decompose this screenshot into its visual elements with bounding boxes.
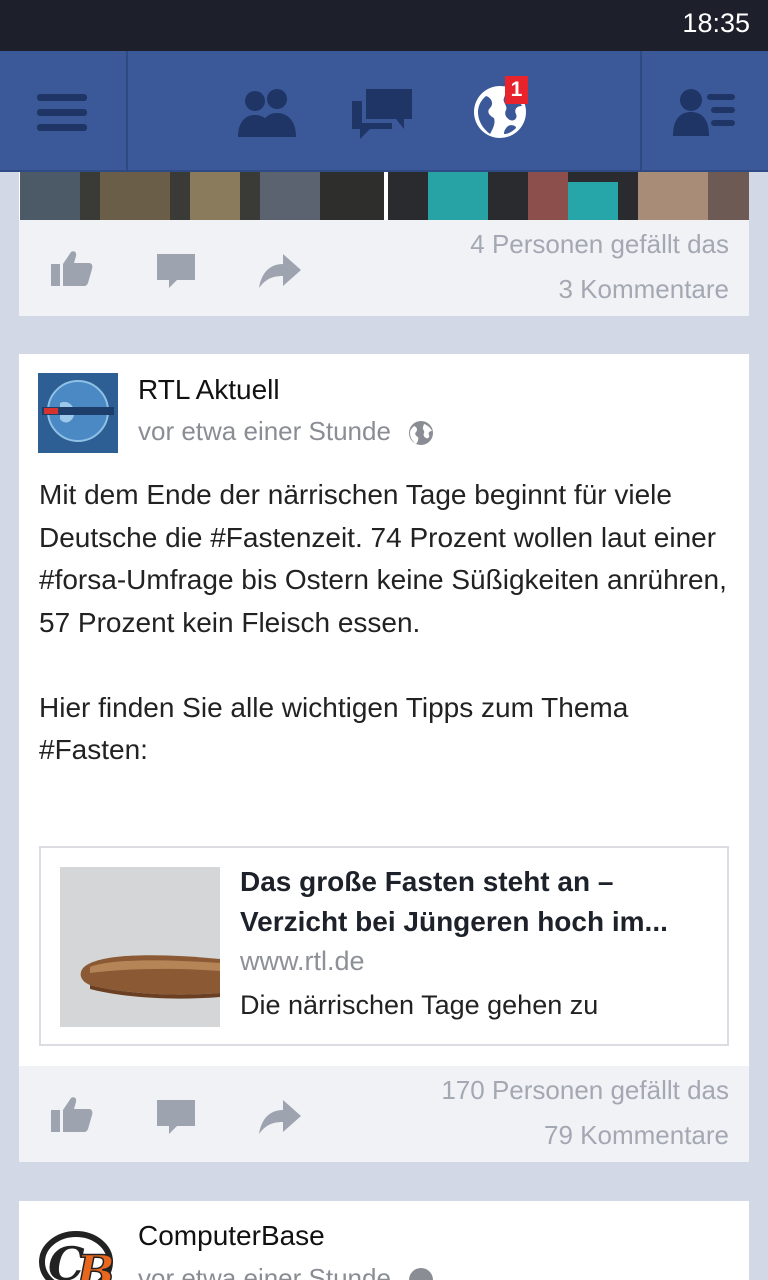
likes-count[interactable]: 4 Personen gefällt das bbox=[470, 222, 729, 267]
computerbase-logo-avatar: C B bbox=[38, 1220, 118, 1280]
link-domain: www.rtl.de bbox=[240, 946, 365, 976]
post-author[interactable]: RTL Aktuell bbox=[138, 374, 280, 406]
post-card: C B ComputerBase vor etwa einer Stunde bbox=[19, 1201, 749, 1280]
comments-count[interactable]: 79 Kommentare bbox=[441, 1113, 729, 1158]
link-title-line-2: Verzicht bei Jüngeren hoch im... bbox=[240, 906, 668, 937]
likes-count[interactable]: 170 Personen gefällt das bbox=[441, 1068, 729, 1113]
post-action-bar: 170 Personen gefällt das 79 Kommentare bbox=[19, 1066, 749, 1162]
globe-icon bbox=[409, 1268, 434, 1280]
profile-button[interactable] bbox=[642, 51, 768, 172]
comment-icon[interactable] bbox=[157, 254, 195, 288]
profile-list-icon bbox=[673, 88, 735, 136]
post-photos bbox=[19, 172, 749, 220]
link-description: Die närrischen Tage gehen zu bbox=[240, 990, 599, 1020]
post-meta: vor etwa einer Stunde bbox=[138, 1263, 434, 1280]
post-stats[interactable]: 170 Personen gefällt das 79 Kommentare bbox=[441, 1068, 729, 1158]
bread-image bbox=[60, 867, 220, 1027]
thumbs-up-icon[interactable] bbox=[51, 250, 93, 286]
link-title-line-1: Das große Fasten steht an – bbox=[240, 866, 614, 897]
post-card: RTL Aktuell vor etwa einer Stunde Mit de… bbox=[19, 354, 749, 1066]
top-nav-bar: 1 bbox=[0, 51, 768, 172]
post-stats[interactable]: 4 Personen gefällt das 3 Kommentare bbox=[470, 222, 729, 312]
post-timestamp[interactable]: vor etwa einer Stunde bbox=[138, 1263, 391, 1280]
post-action-bar: 4 Personen gefällt das 3 Kommentare bbox=[19, 220, 749, 316]
status-bar: 18:35 bbox=[0, 0, 768, 51]
svg-text:B: B bbox=[74, 1245, 115, 1280]
link-thumbnail[interactable] bbox=[60, 867, 220, 1027]
post-text: Mit dem Ende der närrischen Tage beginnt… bbox=[39, 479, 727, 765]
nav-divider bbox=[126, 51, 128, 172]
messages-icon bbox=[352, 88, 412, 139]
rtl-logo-avatar bbox=[38, 373, 118, 453]
thumbs-up-icon[interactable] bbox=[51, 1096, 93, 1132]
post-photo[interactable] bbox=[388, 172, 749, 220]
hamburger-icon bbox=[37, 93, 87, 131]
friend-requests-button[interactable] bbox=[228, 51, 304, 172]
friend-requests-icon bbox=[238, 88, 296, 137]
avatar[interactable]: C B bbox=[38, 1220, 118, 1280]
avatar[interactable] bbox=[38, 373, 118, 453]
share-arrow-icon[interactable] bbox=[259, 254, 301, 288]
link-title[interactable]: Das große Fasten steht an – Verzicht bei… bbox=[240, 862, 715, 942]
share-arrow-icon[interactable] bbox=[259, 1100, 301, 1134]
notification-badge: 1 bbox=[505, 76, 528, 104]
globe-icon bbox=[409, 421, 434, 446]
post-timestamp[interactable]: vor etwa einer Stunde bbox=[138, 416, 391, 446]
notifications-button[interactable] bbox=[468, 51, 532, 172]
post-meta: vor etwa einer Stunde bbox=[138, 416, 434, 447]
post-photo[interactable] bbox=[20, 172, 384, 220]
comments-count[interactable]: 3 Kommentare bbox=[470, 267, 729, 312]
link-preview[interactable]: Das große Fasten steht an – Verzicht bei… bbox=[39, 846, 729, 1046]
post-author[interactable]: ComputerBase bbox=[138, 1220, 325, 1252]
clock: 18:35 bbox=[682, 8, 750, 38]
menu-button[interactable] bbox=[0, 51, 126, 172]
comment-icon[interactable] bbox=[157, 1100, 195, 1134]
messages-button[interactable] bbox=[346, 51, 418, 172]
